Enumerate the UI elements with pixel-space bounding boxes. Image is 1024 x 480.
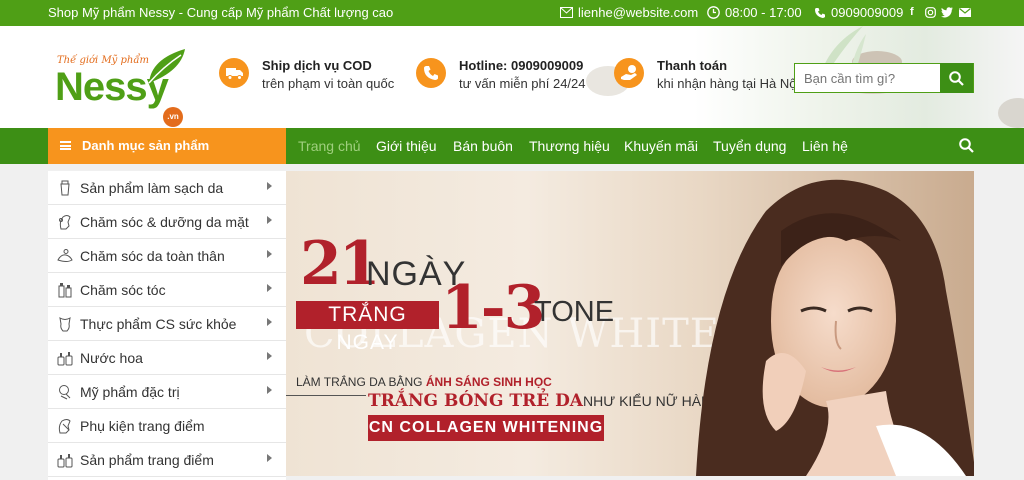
banner-line-1-highlight: ÁNH SÁNG SINH HỌC: [425, 375, 552, 389]
perfume-icon: [57, 352, 73, 366]
phone-icon: [815, 7, 825, 18]
shop-tagline: Shop Mỹ phẩm Nessy - Cung cấp Mỹ phẩm Ch…: [48, 5, 394, 20]
banner-tone-range: 1-3: [441, 273, 545, 343]
feature-title: Ship dịch vụ COD: [262, 58, 372, 73]
sidebar-item-makeup[interactable]: Sản phẩm trang điểm: [48, 443, 286, 477]
banner-tone-label: TONE: [534, 296, 615, 328]
sidebar-item-label: Thực phẩm CS sức khỏe: [80, 316, 237, 332]
makeup-icon: [57, 454, 73, 468]
hamburger-icon: [60, 141, 71, 150]
sidebar-item-label: Sản phẩm làm sạch da: [80, 180, 224, 196]
chevron-right-icon: [267, 454, 272, 462]
search-button[interactable]: [940, 63, 973, 93]
chevron-right-icon: [267, 386, 272, 394]
contact-phone[interactable]: 0909009009: [814, 5, 903, 20]
phone-icon: [416, 58, 446, 88]
feature-subtitle: trên phạm vi toàn quốc: [262, 76, 395, 91]
banner-line-1-prefix: LÀM TRẮNG DA BẰNG: [296, 375, 423, 389]
category-menu-button[interactable]: Danh mục sản phẩm: [48, 128, 286, 164]
facebook-icon[interactable]: f: [910, 6, 914, 18]
search-icon: [949, 71, 964, 86]
clock-icon: [707, 6, 720, 19]
nav-item-home[interactable]: Trang chủ: [298, 138, 361, 154]
truck-icon: [219, 58, 249, 88]
sidebar-item-health-food[interactable]: Thực phẩm CS sức khỏe: [48, 307, 286, 341]
sidebar-item-label: Chăm sóc tóc: [80, 282, 166, 298]
search-box: [794, 63, 974, 93]
nav-item-careers[interactable]: Tuyển dụng: [713, 138, 786, 154]
nav-item-wholesale[interactable]: Bán buôn: [453, 138, 513, 154]
sidebar-item-label: Nước hoa: [80, 350, 143, 366]
logo-domain-badge: .vn: [163, 107, 183, 127]
model-photo: [696, 179, 974, 476]
mail-icon[interactable]: [959, 8, 971, 17]
chevron-right-icon: [267, 250, 272, 258]
contact-email[interactable]: lienhe@website.com: [560, 5, 698, 20]
feature-subtitle: tư vấn miễn phí 24/24: [459, 76, 586, 91]
banner-line-2-highlight: TRẮNG BÓNG TRẺ DA: [368, 391, 583, 411]
sidebar-item-accessories[interactable]: Phụ kiện trang điểm: [48, 409, 286, 443]
sidebar-item-perfume[interactable]: Nước hoa: [48, 341, 286, 375]
sidebar-item-hair-care[interactable]: Chăm sóc tóc: [48, 273, 286, 307]
sidebar-item-treatment[interactable]: Mỹ phẩm đặc trị: [48, 375, 286, 409]
treatment-icon: [59, 385, 71, 400]
chevron-right-icon: [267, 284, 272, 292]
banner-product-label: CN COLLAGEN WHITENING: [368, 415, 604, 441]
banner-whiten-label: TRẮNG NGAY: [296, 301, 439, 354]
category-sidebar: Sản phẩm làm sạch da Chăm sóc & dưỡng da…: [48, 171, 286, 480]
search-input[interactable]: [795, 64, 941, 92]
hero-banner[interactable]: COLLAGEN WHITENING 21 NGÀY TRẮNG NGAY 1-…: [286, 171, 974, 476]
main-nav: Danh mục sản phẩm Trang chủ Giới thiệu B…: [0, 128, 1024, 164]
envelope-icon: [560, 7, 573, 18]
nav-item-about[interactable]: Giới thiệu: [376, 138, 437, 154]
banner-line-2: TRẮNG BÓNG TRẺ DANHƯ KIỂU NỮ HÀN: [368, 391, 711, 411]
sidebar-item-face-care[interactable]: Chăm sóc & dưỡng da mặt: [48, 205, 286, 239]
sidebar-item-label: Sản phẩm trang điểm: [80, 452, 214, 468]
nav-search-icon[interactable]: [959, 138, 974, 153]
accessory-icon: [58, 419, 71, 434]
phone-text: 0909009009: [831, 5, 904, 20]
nav-item-brands[interactable]: Thương hiệu: [529, 138, 610, 154]
hair-care-icon: [58, 283, 72, 298]
sidebar-item-label: Phụ kiện trang điểm: [80, 418, 205, 434]
chevron-right-icon: [267, 318, 272, 326]
sidebar-item-cleansing[interactable]: Sản phẩm làm sạch da: [48, 171, 286, 205]
chevron-right-icon: [267, 216, 272, 224]
feature-title: Thanh toán: [657, 58, 728, 73]
logo[interactable]: Thế giới Mỹ phẩm Nessy .vn: [55, 49, 185, 128]
sidebar-item-body-care[interactable]: Chăm sóc da toàn thân: [48, 239, 286, 273]
sidebar-item-label: Chăm sóc da toàn thân: [80, 248, 225, 264]
sidebar-item-label: Mỹ phẩm đặc trị: [80, 384, 180, 400]
cleanser-tube-icon: [60, 180, 70, 196]
sidebar-item-label: Chăm sóc & dưỡng da mặt: [80, 214, 249, 230]
category-menu-label: Danh mục sản phẩm: [82, 138, 210, 153]
banner-line-1: LÀM TRẮNG DA BẰNG ÁNH SÁNG SINH HỌC: [296, 375, 552, 389]
hand-money-icon: [614, 58, 644, 88]
feature-title: Hotline: 0909009009: [459, 58, 584, 73]
nav-item-promotions[interactable]: Khuyến mãi: [624, 138, 698, 154]
nav-item-contact[interactable]: Liên hệ: [802, 138, 848, 154]
body-care-icon: [57, 249, 73, 262]
chevron-right-icon: [267, 182, 272, 190]
chevron-right-icon: [267, 352, 272, 360]
site-header: Thế giới Mỹ phẩm Nessy .vn Ship dịch vụ …: [0, 26, 1024, 128]
banner-divider: [286, 395, 366, 396]
email-text: lienhe@website.com: [578, 5, 699, 20]
leaf-logo-icon: [148, 49, 185, 84]
top-bar: Shop Mỹ phẩm Nessy - Cung cấp Mỹ phẩm Ch…: [0, 0, 1024, 26]
twitter-icon[interactable]: [941, 7, 953, 18]
face-care-icon: [59, 215, 71, 230]
instagram-icon[interactable]: [925, 7, 936, 18]
hours-text: 08:00 - 17:00: [725, 5, 802, 20]
opening-hours: 08:00 - 17:00: [707, 5, 802, 20]
supplement-icon: [59, 317, 71, 332]
feature-subtitle: khi nhận hàng tại Hà Nội: [657, 76, 800, 91]
